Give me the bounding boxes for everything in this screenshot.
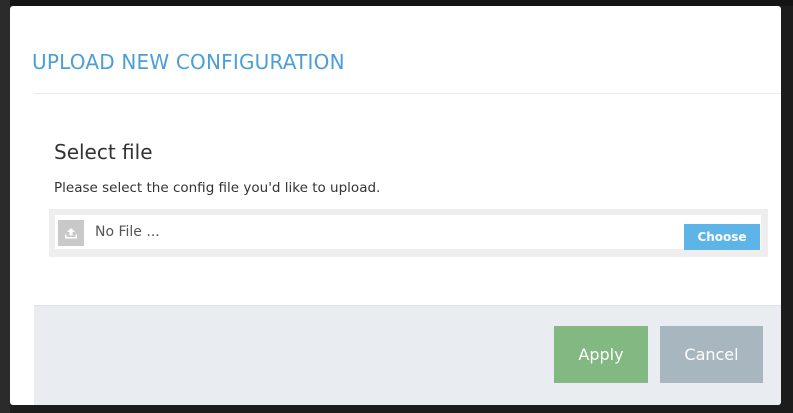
apply-button[interactable]: Apply bbox=[554, 326, 648, 383]
section-description: Please select the config file you'd like… bbox=[54, 180, 381, 196]
choose-file-button[interactable]: Choose bbox=[684, 224, 760, 250]
background-left-edge bbox=[0, 0, 10, 413]
dialog-footer: Apply Cancel bbox=[34, 305, 781, 405]
cancel-button[interactable]: Cancel bbox=[660, 326, 763, 383]
upload-icon bbox=[58, 220, 84, 246]
dialog-title: UPLOAD NEW CONFIGURATION bbox=[32, 50, 345, 74]
upload-config-dialog: UPLOAD NEW CONFIGURATION Select file Ple… bbox=[10, 6, 781, 405]
section-heading: Select file bbox=[54, 140, 153, 164]
file-placeholder: No File ... bbox=[95, 224, 160, 240]
file-input-group: No File ... Choose bbox=[49, 209, 768, 257]
file-input[interactable]: No File ... Choose bbox=[55, 215, 761, 250]
